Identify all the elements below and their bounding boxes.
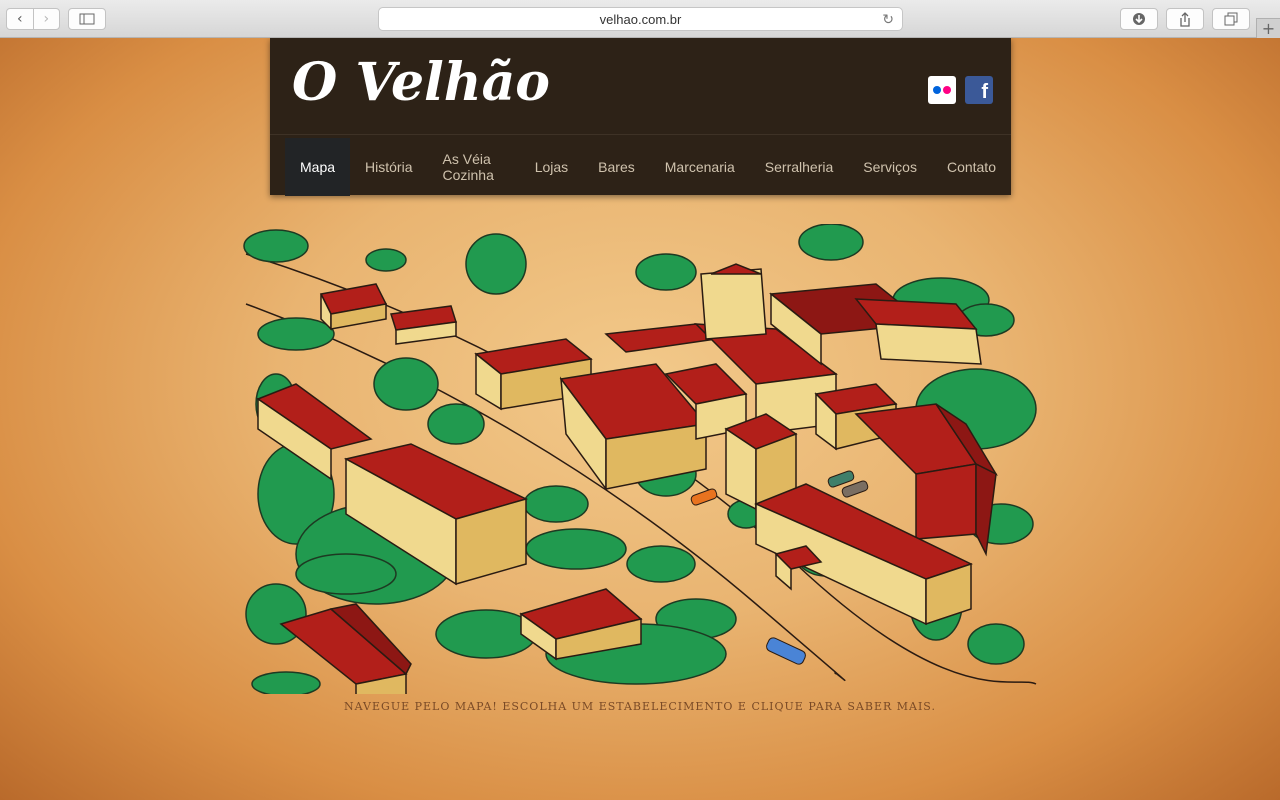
tabs-icon[interactable] (1212, 8, 1250, 30)
menu-item-contato[interactable]: Contato (932, 138, 1011, 196)
history-buttons: ‹ › (6, 8, 60, 30)
menu-item-lojas[interactable]: Lojas (520, 138, 583, 196)
menu-item-marcenaria[interactable]: Marcenaria (650, 138, 750, 196)
menu-item-bares[interactable]: Bares (583, 138, 650, 196)
menu-item-servicos[interactable]: Serviços (848, 138, 932, 196)
menu-item-historia[interactable]: História (350, 138, 427, 196)
site-header: O Velhão f Mapa História As Véia Cozinha… (270, 38, 1011, 196)
map-caption: NAVEGUE PELO MAPA! ESCOLHA UM ESTABELECI… (344, 700, 936, 713)
flickr-icon[interactable] (928, 76, 956, 104)
forward-icon[interactable]: › (32, 9, 60, 29)
site-logo[interactable]: O Velhão (292, 52, 550, 113)
menu-item-serralheria[interactable]: Serralheria (750, 138, 848, 196)
new-tab-icon[interactable]: + (1256, 18, 1280, 38)
header-divider (270, 134, 1011, 135)
sidebar-icon[interactable] (68, 8, 106, 30)
share-icon[interactable] (1166, 8, 1204, 30)
address-bar[interactable]: velhao.com.br ↻ (378, 7, 903, 31)
village-map[interactable] (236, 224, 1046, 694)
facebook-icon[interactable]: f (965, 76, 993, 104)
main-menu: Mapa História As Véia Cozinha Lojas Bare… (285, 138, 1011, 196)
reload-icon[interactable]: ↻ (882, 11, 894, 28)
download-icon[interactable] (1120, 8, 1158, 30)
url-text: velhao.com.br (599, 11, 682, 27)
menu-item-veia-cozinha[interactable]: As Véia Cozinha (428, 138, 520, 196)
page-content: O Velhão f Mapa História As Véia Cozinha… (0, 38, 1280, 800)
back-icon[interactable]: ‹ (7, 9, 33, 29)
browser-toolbar: ‹ › velhao.com.br ↻ + (0, 0, 1280, 38)
menu-item-mapa[interactable]: Mapa (285, 138, 351, 196)
